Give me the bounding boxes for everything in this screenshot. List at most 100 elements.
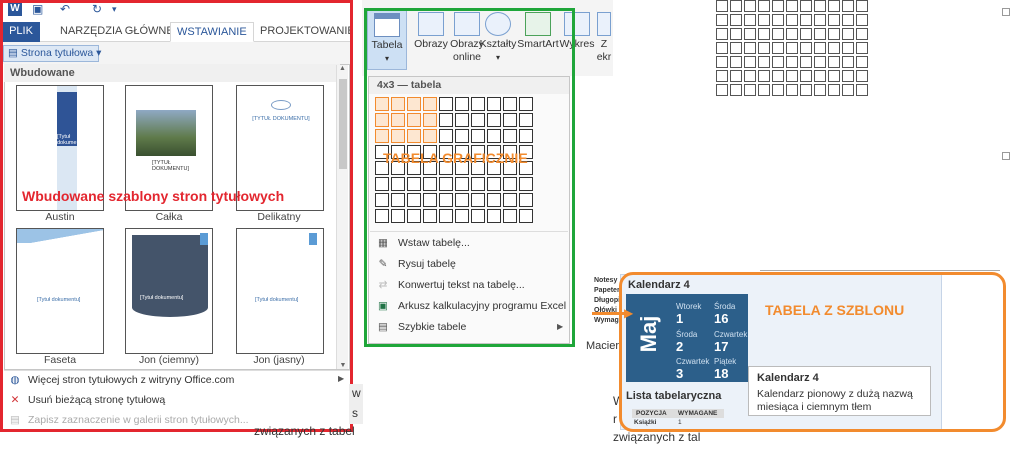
table-grid-cell[interactable] [487, 193, 501, 207]
table-grid-cell[interactable] [487, 209, 501, 223]
chart-button[interactable]: Wykres [556, 12, 598, 51]
background-grid-cell [758, 28, 770, 40]
tab-plik[interactable]: PLIK [2, 22, 40, 42]
table-grid-cell[interactable] [471, 113, 485, 127]
table-grid-cell[interactable] [375, 113, 389, 127]
table-grid-cell[interactable] [407, 209, 421, 223]
table-grid-cell[interactable] [487, 97, 501, 111]
table-grid-cell[interactable] [519, 193, 533, 207]
table-grid-cell[interactable] [455, 177, 469, 191]
excel-sheet-icon: ▣ [378, 300, 388, 312]
calendar-preview[interactable]: Maj Wtorek 1 Środa 16 Środa 2 Czwartek 1… [626, 294, 748, 382]
tab-projektowanie[interactable]: PROJEKTOWANIE [254, 22, 353, 42]
table-grid-cell[interactable] [455, 97, 469, 111]
thumb-title: [Tytuł dokumentu] [140, 295, 184, 301]
table-grid-cell[interactable] [391, 97, 405, 111]
table-grid-cell[interactable] [407, 177, 421, 191]
table-grid-cell[interactable] [519, 177, 533, 191]
table-grid-cell[interactable] [407, 97, 421, 111]
table-grid-cell[interactable] [503, 177, 517, 191]
table-grid-cell[interactable] [503, 193, 517, 207]
table-grid-cell[interactable] [503, 113, 517, 127]
background-grid-cell [730, 84, 742, 96]
table-grid-cell[interactable] [471, 129, 485, 143]
table-grid-cell[interactable] [439, 129, 453, 143]
scroll-up-icon[interactable]: ▲ [337, 65, 348, 72]
table-grid-cell[interactable] [439, 113, 453, 127]
table-grid-cell[interactable] [455, 129, 469, 143]
cover-thumb-faseta[interactable]: [Tytuł dokumentu] [16, 228, 104, 354]
table-grid-cell[interactable] [439, 97, 453, 111]
scroll-up-icon[interactable] [1002, 8, 1010, 16]
table-grid-cell[interactable] [391, 209, 405, 223]
background-grid-cell [814, 42, 826, 54]
undo-icon[interactable]: ↶ [60, 2, 70, 16]
table-grid-cell[interactable] [439, 177, 453, 191]
cover-thumb-jon-ciemny[interactable]: [Tytuł dokumentu] [125, 228, 213, 354]
table-button[interactable]: Tabela ▾ [367, 10, 407, 70]
scroll-down-icon[interactable]: ▼ [337, 362, 349, 369]
table-grid-cell[interactable] [519, 97, 533, 111]
table-grid-cell[interactable] [455, 113, 469, 127]
table-grid-cell[interactable] [423, 97, 437, 111]
table-grid-cell[interactable] [471, 193, 485, 207]
save-icon[interactable]: ▣ [32, 2, 43, 16]
table-grid-cell[interactable] [487, 113, 501, 127]
excel-sheet-item[interactable]: ▣ Arkusz kalkulacyjny programu Excel [376, 296, 566, 316]
smartart-button[interactable]: SmartArt [517, 12, 559, 51]
table-grid-cell[interactable] [471, 177, 485, 191]
table-grid-cell[interactable] [487, 177, 501, 191]
table-grid-cell[interactable] [407, 113, 421, 127]
tab-wstawianie[interactable]: WSTAWIANIE [170, 22, 254, 42]
more-covers-office-item[interactable]: ◍ Więcej stron tytułowych z witryny Offic… [8, 371, 234, 389]
table-grid-cell[interactable] [439, 209, 453, 223]
table-grid-cell[interactable] [423, 209, 437, 223]
table-grid-cell[interactable] [407, 129, 421, 143]
table-grid-cell[interactable] [423, 177, 437, 191]
redo-icon[interactable]: ↻ [92, 2, 102, 16]
insert-table-item[interactable]: ▦ Wstaw tabelę... [376, 233, 470, 253]
table-grid-cell[interactable] [375, 97, 389, 111]
save-selection-item[interactable]: ▤ Zapisz zaznaczenie w galerii stron tytu… [8, 411, 249, 429]
table-grid-cell[interactable] [423, 113, 437, 127]
gallery-scrollbar[interactable]: ▲ ▼ [336, 65, 348, 369]
convert-text-item[interactable]: ⇄ Konwertuj tekst na tabelę... [376, 275, 525, 295]
table-grid-cell[interactable] [375, 177, 389, 191]
table-grid-cell[interactable] [407, 193, 421, 207]
tab-narzedzia-glowne[interactable]: NARZĘDZIA GŁÓWNE [54, 22, 180, 42]
quick-tables-item[interactable]: ▤ Szybkie tabele [376, 317, 466, 337]
table-grid-cell[interactable] [519, 209, 533, 223]
customize-icon[interactable]: ▾ [112, 4, 117, 15]
overlay-caption-table: TABELA GRAFICZNIE [383, 150, 528, 166]
table-grid-cell[interactable] [391, 177, 405, 191]
table-grid-cell[interactable] [391, 113, 405, 127]
background-grid-cell [800, 0, 812, 12]
table-grid-cell[interactable] [487, 129, 501, 143]
table-grid-cell[interactable] [471, 97, 485, 111]
table-grid-cell[interactable] [391, 129, 405, 143]
thumb-title: [Tytuł dokumentu] [255, 297, 299, 303]
table-grid-cell[interactable] [455, 193, 469, 207]
remove-cover-item[interactable]: ✕ Usuń bieżącą stronę tytułową [8, 391, 166, 409]
screenshot-button[interactable]: Z ekr [594, 12, 614, 64]
table-grid-cell[interactable] [503, 129, 517, 143]
table-grid-cell[interactable] [519, 129, 533, 143]
cover-thumb-jon-jasny[interactable]: [Tytuł dokumentu] [236, 228, 324, 354]
table-grid-cell[interactable] [519, 113, 533, 127]
table-grid-cell[interactable] [471, 209, 485, 223]
table-grid-cell[interactable] [375, 129, 389, 143]
table-grid-cell[interactable] [439, 193, 453, 207]
cover-page-button[interactable]: ▤ Strona tytułowa ▾ [3, 45, 101, 62]
table-grid-cell[interactable] [455, 209, 469, 223]
draw-table-item[interactable]: ✎ Rysuj tabelę [376, 254, 456, 274]
table-grid-cell[interactable] [503, 97, 517, 111]
scroll-up-icon[interactable] [1002, 152, 1010, 160]
table-grid-cell[interactable] [423, 193, 437, 207]
list-template-preview[interactable]: POZYCJA WYMAGANE Książki 1 [632, 409, 724, 427]
table-grid-cell[interactable] [375, 209, 389, 223]
table-grid-cell[interactable] [503, 209, 517, 223]
table-grid-cell[interactable] [375, 193, 389, 207]
table-grid-cell[interactable] [391, 193, 405, 207]
table-grid-cell[interactable] [423, 129, 437, 143]
shapes-button[interactable]: Kształty ▾ [477, 12, 519, 64]
